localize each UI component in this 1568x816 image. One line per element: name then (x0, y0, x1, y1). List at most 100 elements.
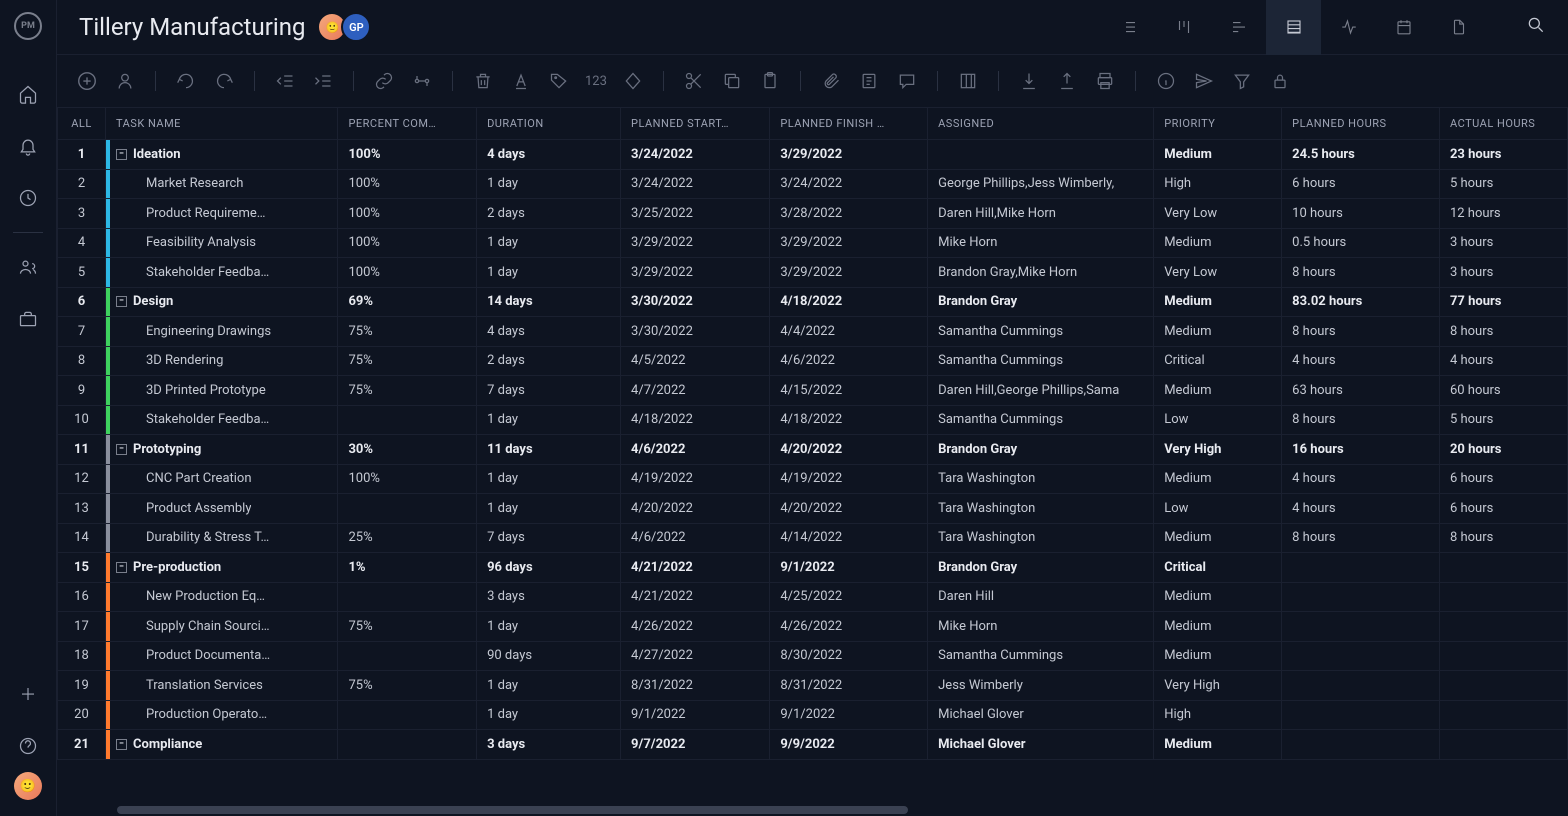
cell-start[interactable]: 4/18/2022 (621, 405, 770, 435)
cell-assign[interactable]: Mike Horn (928, 612, 1154, 642)
cell-pri[interactable]: Medium (1154, 317, 1282, 347)
cell-ph[interactable] (1282, 671, 1440, 701)
cell-ph[interactable] (1282, 582, 1440, 612)
add-task-button[interactable] (75, 69, 99, 93)
cell-pri[interactable]: Very High (1154, 435, 1282, 465)
cell-ah[interactable] (1439, 612, 1567, 642)
table-row[interactable]: 16New Production Eq…3 days4/21/20224/25/… (58, 582, 1568, 612)
cell-ph[interactable]: 63 hours (1282, 376, 1440, 406)
col-priority[interactable]: PRIORITY (1154, 108, 1282, 140)
cell-pct[interactable]: 1% (338, 553, 477, 583)
cell-start[interactable]: 4/6/2022 (621, 435, 770, 465)
cell-assign[interactable]: Tara Washington (928, 523, 1154, 553)
task-name-cell[interactable]: New Production Eq… (105, 582, 337, 612)
cell-pri[interactable]: Critical (1154, 553, 1282, 583)
cell-ah[interactable] (1439, 641, 1567, 671)
cell-ah[interactable] (1439, 671, 1567, 701)
cell-ah[interactable]: 23 hours (1439, 140, 1567, 170)
task-name-cell[interactable]: Stakeholder Feedba… (105, 258, 337, 288)
cell-pct[interactable]: 100% (338, 258, 477, 288)
cell-pct[interactable] (338, 494, 477, 524)
copy-button[interactable] (720, 69, 744, 93)
col-duration[interactable]: DURATION (477, 108, 621, 140)
collapse-icon[interactable]: − (116, 444, 127, 455)
view-board-icon[interactable] (1156, 0, 1211, 55)
table-row[interactable]: 83D Rendering75%2 days4/5/20224/6/2022Sa… (58, 346, 1568, 376)
cell-dur[interactable]: 11 days (477, 435, 621, 465)
cell-dur[interactable]: 1 day (477, 228, 621, 258)
cell-finish[interactable]: 3/29/2022 (770, 228, 928, 258)
cell-ph[interactable]: 8 hours (1282, 405, 1440, 435)
task-name-cell[interactable]: −Pre-production (105, 553, 337, 583)
cell-assign[interactable]: Samantha Cummings (928, 317, 1154, 347)
cell-ah[interactable]: 6 hours (1439, 494, 1567, 524)
cell-dur[interactable]: 96 days (477, 553, 621, 583)
milestone-button[interactable] (621, 69, 645, 93)
cell-pct[interactable]: 30% (338, 435, 477, 465)
table-row[interactable]: 13Product Assembly1 day4/20/20224/20/202… (58, 494, 1568, 524)
numbers-label[interactable]: 123 (585, 74, 607, 89)
table-row[interactable]: 7Engineering Drawings75%4 days3/30/20224… (58, 317, 1568, 347)
cell-ph[interactable]: 83.02 hours (1282, 287, 1440, 317)
cell-pri[interactable]: Critical (1154, 346, 1282, 376)
cell-assign[interactable]: Samantha Cummings (928, 346, 1154, 376)
view-files-icon[interactable] (1431, 0, 1486, 55)
cell-finish[interactable]: 4/19/2022 (770, 464, 928, 494)
cell-ah[interactable]: 4 hours (1439, 346, 1567, 376)
plus-icon[interactable] (14, 680, 42, 708)
cell-start[interactable]: 8/31/2022 (621, 671, 770, 701)
task-name-cell[interactable]: 3D Rendering (105, 346, 337, 376)
task-name-cell[interactable]: Supply Chain Sourci… (105, 612, 337, 642)
cell-assign[interactable]: Daren Hill,George Phillips,Sama (928, 376, 1154, 406)
table-row[interactable]: 5Stakeholder Feedba…100%1 day3/29/20223/… (58, 258, 1568, 288)
table-row[interactable]: 17Supply Chain Sourci…75%1 day4/26/20224… (58, 612, 1568, 642)
table-row[interactable]: 18Product Documenta…90 days4/27/20228/30… (58, 641, 1568, 671)
cell-ah[interactable]: 3 hours (1439, 228, 1567, 258)
columns-button[interactable] (956, 69, 980, 93)
cut-button[interactable] (682, 69, 706, 93)
redo-button[interactable] (212, 69, 236, 93)
cell-pct[interactable]: 75% (338, 671, 477, 701)
cell-start[interactable]: 3/30/2022 (621, 287, 770, 317)
cell-finish[interactable]: 4/18/2022 (770, 287, 928, 317)
tag-button[interactable] (547, 69, 571, 93)
cell-ph[interactable]: 4 hours (1282, 464, 1440, 494)
col-all[interactable]: ALL (58, 108, 106, 140)
collapse-icon[interactable]: − (116, 562, 127, 573)
team-icon[interactable] (14, 253, 42, 281)
cell-dur[interactable]: 1 day (477, 258, 621, 288)
cell-pri[interactable]: Medium (1154, 287, 1282, 317)
task-name-cell[interactable]: −Design (105, 287, 337, 317)
cell-pct[interactable]: 25% (338, 523, 477, 553)
cell-pct[interactable] (338, 700, 477, 730)
avatar-gp[interactable]: GP (341, 12, 371, 42)
info-button[interactable] (1154, 69, 1178, 93)
task-name-cell[interactable]: Engineering Drawings (105, 317, 337, 347)
cell-start[interactable]: 4/21/2022 (621, 553, 770, 583)
cell-ph[interactable]: 0.5 hours (1282, 228, 1440, 258)
cell-pri[interactable]: Low (1154, 405, 1282, 435)
task-name-cell[interactable]: Translation Services (105, 671, 337, 701)
cell-pri[interactable]: Medium (1154, 523, 1282, 553)
table-row[interactable]: 21−Compliance3 days9/7/20229/9/2022Micha… (58, 730, 1568, 760)
cell-dur[interactable]: 2 days (477, 199, 621, 229)
cell-finish[interactable]: 4/6/2022 (770, 346, 928, 376)
task-name-cell[interactable]: −Prototyping (105, 435, 337, 465)
cell-ah[interactable]: 20 hours (1439, 435, 1567, 465)
cell-start[interactable]: 3/29/2022 (621, 228, 770, 258)
paste-button[interactable] (758, 69, 782, 93)
cell-assign[interactable]: Mike Horn (928, 228, 1154, 258)
cell-dur[interactable]: 3 days (477, 730, 621, 760)
cell-pri[interactable]: High (1154, 169, 1282, 199)
cell-ph[interactable] (1282, 553, 1440, 583)
col-assigned[interactable]: ASSIGNED (928, 108, 1154, 140)
cell-assign[interactable]: Brandon Gray (928, 553, 1154, 583)
cell-finish[interactable]: 4/4/2022 (770, 317, 928, 347)
text-color-button[interactable] (509, 69, 533, 93)
cell-dur[interactable]: 4 days (477, 140, 621, 170)
col-percent[interactable]: PERCENT COM… (338, 108, 477, 140)
cell-assign[interactable]: George Phillips,Jess Wimberly, (928, 169, 1154, 199)
cell-start[interactable]: 3/29/2022 (621, 258, 770, 288)
cell-dur[interactable]: 14 days (477, 287, 621, 317)
cell-dur[interactable]: 1 day (477, 671, 621, 701)
